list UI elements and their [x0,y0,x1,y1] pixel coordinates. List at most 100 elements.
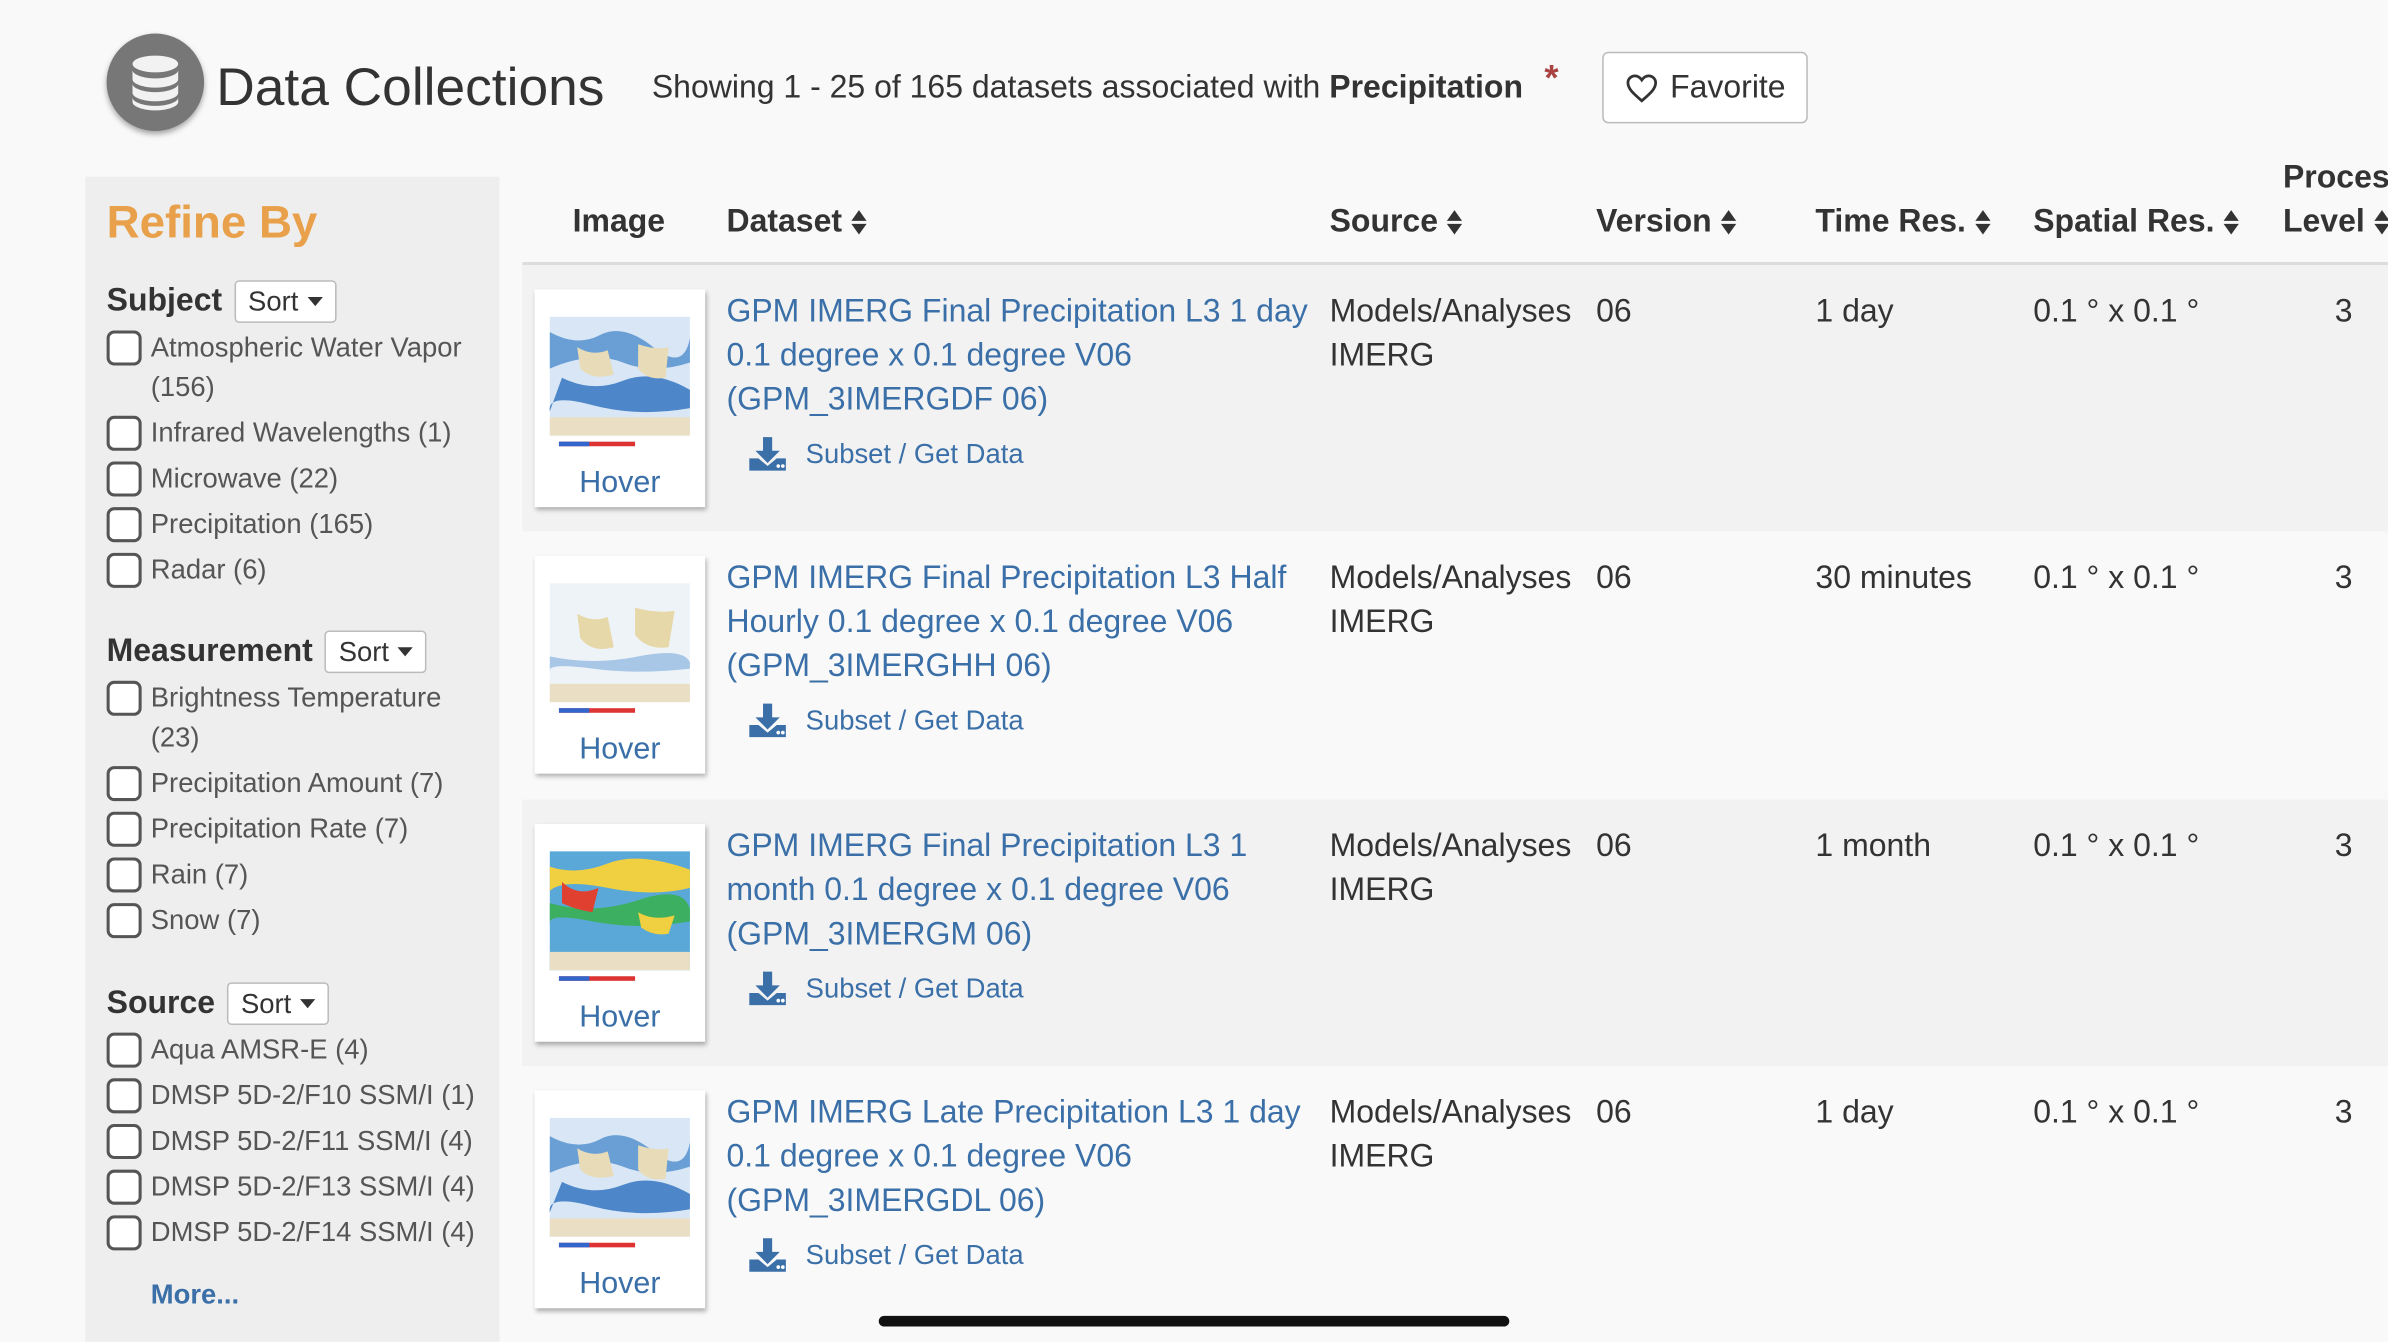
filter-label: DMSP 5D-2/F11 SSM/I (4) [150,1125,473,1156]
dataset-link[interactable]: GPM IMERG Final Precipitation L3 1 month… [726,824,1312,957]
checkbox[interactable] [106,857,142,893]
source-type: Models/Analyses [1329,828,1572,864]
sort-icon [851,210,868,235]
column-header-time-res[interactable]: Time Res. [1815,204,1991,241]
time-res-cell: 1 day [1815,293,1894,329]
result-summary: Showing 1 - 25 of 165 datasets associate… [652,70,1523,107]
precipitation-map-thumbnail [549,1117,690,1248]
checkbox[interactable] [106,461,142,497]
source-name: IMERG [1329,604,1435,640]
subset-get-data-link[interactable]: Subset / Get Data [748,970,1024,1007]
dataset-link[interactable]: GPM IMERG Final Precipitation L3 Half Ho… [726,556,1312,689]
sort-button[interactable]: Sort [227,982,330,1025]
checkbox[interactable] [106,903,142,939]
precipitation-map-thumbnail [549,316,690,447]
time-res-cell: 1 day [1815,1095,1894,1131]
refine-sidebar: Refine By Subject Sort Atmospheric Water… [85,176,500,1342]
column-header-proc-level[interactable]: Level [2283,204,2388,241]
filter-item[interactable]: Snow (7) [106,900,488,940]
get-data-label: Subset / Get Data [805,972,1024,1003]
column-label: Version [1596,204,1712,240]
table-row: Hover GPM IMERG Final Precipitation L3 H… [522,531,2388,799]
dataset-link[interactable]: GPM IMERG Final Precipitation L3 1 day 0… [726,289,1312,422]
checkbox[interactable] [106,552,142,588]
dataset-thumbnail[interactable]: Hover [534,555,706,774]
filter-item[interactable]: Precipitation Amount (7) [106,763,488,803]
hover-label: Hover [579,1000,661,1035]
filter-item[interactable]: Radar (6) [106,550,488,590]
checkbox[interactable] [106,1032,142,1068]
level-cell: 3 [2334,560,2353,596]
sort-icon [1975,210,1992,235]
database-icon [106,33,205,131]
version-cell: 06 [1596,1095,1632,1131]
checkbox[interactable] [106,680,142,716]
version-cell: 06 [1596,560,1632,596]
filter-item[interactable]: Aqua AMSR-E (4) [106,1030,488,1070]
sort-label: Sort [240,987,292,1019]
time-res-cell: 30 minutes [1815,560,1972,596]
source-type: Models/Analyses [1329,560,1572,596]
filter-item[interactable]: Infrared Wavelengths (1) [106,413,488,453]
checkbox[interactable] [106,811,142,847]
checkbox[interactable] [106,507,142,543]
column-header-proc-level-line1: Proces [2282,159,2388,195]
favorite-button[interactable]: Favorite [1602,51,1808,124]
source-type: Models/Analyses [1329,293,1572,329]
filter-group-measurement: Measurement Sort Brightness Temperature … [106,629,488,940]
filter-label: DMSP 5D-2/F14 SSM/I (4) [150,1216,475,1248]
sort-button[interactable]: Sort [234,280,337,323]
checkbox[interactable] [106,1123,142,1160]
filter-label: Rain (7) [150,858,249,890]
filter-group-title: Subject [106,283,223,319]
caret-down-icon [307,296,323,307]
dataset-thumbnail[interactable]: Hover [534,289,706,508]
refine-title: Refine By [106,197,318,249]
caret-down-icon [300,999,316,1009]
checkbox[interactable] [106,766,142,802]
download-icon [749,971,786,1006]
filter-item[interactable]: Atmospheric Water Vapor (156) [106,327,488,406]
more-link[interactable]: More... [151,1279,239,1311]
filter-item[interactable]: DMSP 5D-2/F14 SSM/I (4) [106,1212,488,1252]
sort-icon [1720,210,1738,235]
checkbox[interactable] [106,1215,142,1251]
column-header-version[interactable]: Version [1596,204,1737,241]
filter-item[interactable]: DMSP 5D-2/F11 SSM/I (4) [106,1121,488,1161]
checkbox[interactable] [106,1169,142,1205]
table-row: Hover GPM IMERG Final Precipitation L3 1… [522,265,2388,532]
filter-label: Aqua AMSR-E (4) [150,1034,369,1065]
level-cell: 3 [2334,828,2353,864]
filter-item[interactable]: DMSP 5D-2/F10 SSM/I (1) [106,1075,488,1115]
dataset-thumbnail[interactable]: Hover [534,823,706,1042]
filter-item[interactable]: Precipitation (165) [106,504,488,544]
subset-get-data-link[interactable]: Subset / Get Data [748,436,1024,473]
filter-label: DMSP 5D-2/F10 SSM/I (1) [150,1079,475,1111]
required-mark: * [1544,57,1559,99]
sort-button[interactable]: Sort [324,630,428,674]
filter-item[interactable]: Brightness Temperature (23) [106,678,488,757]
filter-group-title: Source [106,985,216,1021]
checkbox[interactable] [106,415,142,451]
dataset-link[interactable]: GPM IMERG Late Precipitation L3 1 day 0.… [726,1090,1312,1223]
subset-get-data-link[interactable]: Subset / Get Data [748,702,1024,739]
page-title: Data Collections [216,57,605,118]
checkbox[interactable] [106,1078,142,1114]
sort-icon [2223,210,2241,235]
column-header-dataset[interactable]: Dataset [726,204,867,241]
column-header-spatial-res[interactable]: Spatial Res. [2033,204,2240,241]
filter-item[interactable]: Microwave (22) [106,458,488,498]
checkbox[interactable] [106,330,142,366]
get-data-label: Subset / Get Data [805,1238,1024,1270]
filter-item[interactable]: DMSP 5D-2/F13 SSM/I (4) [106,1167,488,1207]
column-header-source[interactable]: Source [1330,204,1464,241]
spatial-res-cell: 0.1 ° x 0.1 ° [2033,293,2200,329]
dataset-thumbnail[interactable]: Hover [534,1090,706,1309]
horizontal-scrollbar[interactable] [878,1315,1510,1327]
get-data-label: Subset / Get Data [805,437,1024,469]
level-cell: 3 [2334,293,2353,329]
get-data-label: Subset / Get Data [805,704,1024,735]
filter-item[interactable]: Rain (7) [106,854,488,894]
filter-item[interactable]: Precipitation Rate (7) [106,809,488,849]
subset-get-data-link[interactable]: Subset / Get Data [748,1237,1024,1274]
